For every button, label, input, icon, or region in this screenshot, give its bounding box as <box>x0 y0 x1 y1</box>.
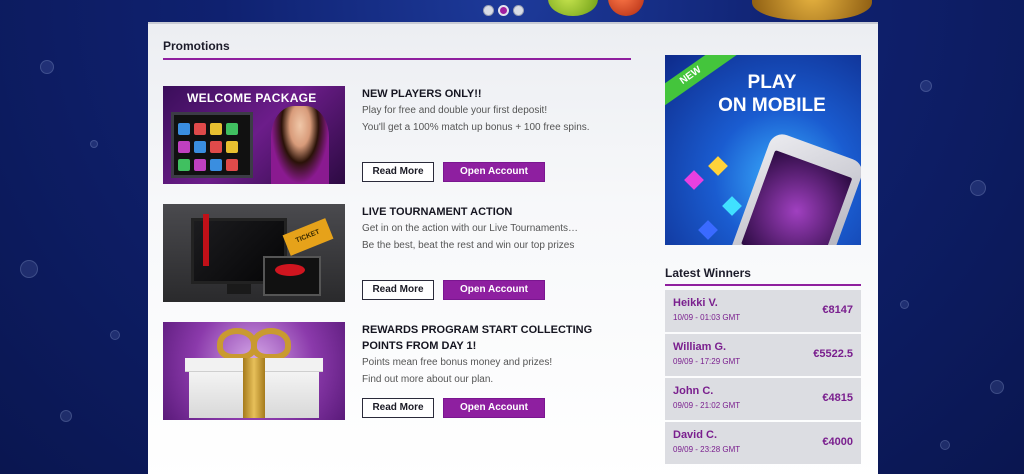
winner-row: Heikki V. 10/09 - 01:03 GMT €8147 <box>665 290 861 332</box>
ticket-icon: TICKET <box>282 218 334 256</box>
promo-title: NEW PLAYERS ONLY!! <box>362 88 482 100</box>
tournament-image[interactable]: TICKET <box>163 204 345 302</box>
phone-screen <box>741 150 853 245</box>
carousel-dot[interactable] <box>483 5 494 16</box>
orange-decoration <box>608 0 644 16</box>
promotions-heading: Promotions <box>163 39 631 60</box>
promo-title: LIVE TOURNAMENT ACTION <box>362 206 513 218</box>
gift-box-image[interactable] <box>163 322 345 420</box>
open-account-button[interactable]: Open Account <box>443 162 545 182</box>
promo-item-tournament: TICKET LIVE TOURNAMENT ACTION Get in on … <box>163 204 631 304</box>
tv-stand <box>227 284 251 294</box>
gem-icon <box>684 170 704 190</box>
gem-icon <box>698 220 718 240</box>
banner-title-line: ON MOBILE <box>718 95 826 116</box>
lime-decoration <box>548 0 598 16</box>
slot-machine-icon <box>171 112 253 178</box>
banner-title-line: PLAY <box>747 72 797 93</box>
bow-decoration <box>275 264 305 276</box>
winner-amount: €5522.5 <box>813 348 853 360</box>
gem-icon <box>708 156 728 176</box>
promo-desc-line: You'll get a 100% match up bonus + 100 f… <box>362 122 590 133</box>
latest-winners-heading: Latest Winners <box>665 266 861 286</box>
winner-amount: €4000 <box>822 436 853 448</box>
promo-desc-line: Play for free and double your first depo… <box>362 105 548 116</box>
promo-desc-line: Find out more about our plan. <box>362 374 494 385</box>
gift-ribbon <box>243 358 265 418</box>
content-panel: Promotions WELCOME PACKAGE NEW PLAYERS O… <box>148 22 878 474</box>
carousel-dot[interactable] <box>513 5 524 16</box>
pineapple-decoration <box>752 0 872 20</box>
tablet-icon <box>263 256 321 296</box>
gift-bow-icon <box>251 328 291 360</box>
smartphone-icon <box>726 130 861 245</box>
carousel-dots <box>483 5 524 16</box>
promo-item-rewards: REWARDS PROGRAM START COLLECTING POINTS … <box>163 322 631 422</box>
gem-icon <box>722 196 742 216</box>
promo-title-line: POINTS FROM DAY 1! <box>362 340 477 352</box>
promo-desc-line: Get in on the action with our Live Tourn… <box>362 223 579 234</box>
open-account-button[interactable]: Open Account <box>443 398 545 418</box>
ribbon-decoration <box>203 214 209 266</box>
read-more-button[interactable]: Read More <box>362 280 434 300</box>
promo-item-welcome: WELCOME PACKAGE NEW PLAYERS ONLY!! Play … <box>163 86 631 186</box>
smiling-woman-illustration <box>271 106 329 184</box>
welcome-package-label: WELCOME PACKAGE <box>187 91 317 105</box>
promo-desc-line: Be the best, beat the rest and win our t… <box>362 240 575 251</box>
winner-row: John C. 09/09 - 21:02 GMT €4815 <box>665 378 861 420</box>
open-account-button[interactable]: Open Account <box>443 280 545 300</box>
carousel-dot-active[interactable] <box>498 5 509 16</box>
read-more-button[interactable]: Read More <box>362 162 434 182</box>
promo-desc-line: Points mean free bonus money and prizes! <box>362 357 553 368</box>
play-on-mobile-banner[interactable]: PLAY ON MOBILE NEW <box>665 55 861 245</box>
winner-row: William G. 09/09 - 17:29 GMT €5522.5 <box>665 334 861 376</box>
winner-row: David C. 09/09 - 23:28 GMT €4000 <box>665 422 861 464</box>
promo-title-line: REWARDS PROGRAM START COLLECTING <box>362 324 593 336</box>
winner-amount: €8147 <box>822 304 853 316</box>
winner-amount: €4815 <box>822 392 853 404</box>
welcome-package-image[interactable]: WELCOME PACKAGE <box>163 86 345 184</box>
read-more-button[interactable]: Read More <box>362 398 434 418</box>
winners-list: Heikki V. 10/09 - 01:03 GMT €8147 Willia… <box>665 290 861 466</box>
